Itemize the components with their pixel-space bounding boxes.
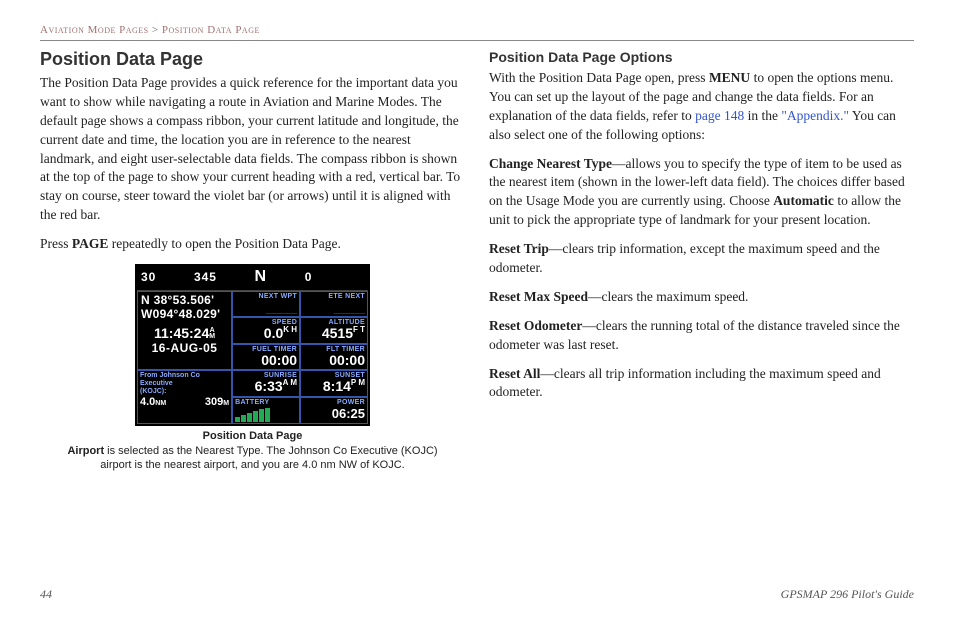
from-cell: From Johnson Co Executive (KOJC): 4.0NM …	[137, 370, 232, 423]
right-column: Position Data Page Options With the Posi…	[489, 49, 914, 476]
sunset-cell: SUNSET 8:14P M	[300, 370, 368, 396]
compass-ribbon: 30 345 N 0	[137, 266, 368, 291]
ete-next-cell: ETE NEXT ____	[300, 291, 368, 317]
breadcrumb: Aviation Mode Pages > Position Data Page	[40, 24, 914, 41]
longitude: W094°48.029'	[141, 308, 228, 322]
page-key-label: PAGE	[72, 236, 109, 251]
flt-timer-cell: FLT TIMER 00:00	[300, 344, 368, 370]
left-column: Position Data Page The Position Data Pag…	[40, 49, 465, 476]
option-reset-max-speed: Reset Max Speed—clears the maximum speed…	[489, 288, 914, 307]
device-screenshot: 30 345 N 0 N 38°53.506' W094°48.029' 11:…	[135, 264, 370, 426]
page-footer: 44 GPSMAP 296 Pilot's Guide	[40, 587, 914, 602]
page-number: 44	[40, 587, 52, 602]
fuel-timer-cell: FUEL TIMER 00:00	[232, 344, 300, 370]
page-title: Position Data Page	[40, 49, 465, 70]
figure-caption-title: Position Data Page	[40, 430, 465, 442]
breadcrumb-sep: >	[152, 24, 159, 36]
options-intro: With the Position Data Page open, press …	[489, 69, 914, 145]
option-reset-odometer: Reset Odometer—clears the running total …	[489, 317, 914, 355]
position-cell: N 38°53.506' W094°48.029' 11:45:24AM 16-…	[137, 291, 232, 370]
breadcrumb-section: Aviation Mode Pages	[40, 24, 149, 36]
altitude-cell: ALTITUDE 4515F T	[300, 317, 368, 343]
intro-paragraph: The Position Data Page provides a quick …	[40, 74, 465, 225]
link-appendix[interactable]: "Appendix."	[781, 108, 849, 123]
date: 16-AUG-05	[141, 341, 228, 355]
sunrise-cell: SUNRISE 6:33A M	[232, 370, 300, 396]
latitude: N 38°53.506'	[141, 294, 228, 308]
power-cell: POWER 06:25	[300, 397, 368, 424]
link-page-148[interactable]: page 148	[695, 108, 744, 123]
option-change-nearest-type: Change Nearest Type—allows you to specif…	[489, 155, 914, 231]
next-wpt-cell: NEXT WPT ____	[232, 291, 300, 317]
figure-caption-text: Airport is selected as the Nearest Type.…	[40, 444, 465, 473]
time: 11:45:24AM	[141, 325, 228, 341]
battery-bars	[235, 408, 297, 422]
device-figure: 30 345 N 0 N 38°53.506' W094°48.029' 11:…	[40, 264, 465, 472]
option-reset-trip: Reset Trip—clears trip information, exce…	[489, 240, 914, 278]
option-reset-all: Reset All—clears all trip information in…	[489, 365, 914, 403]
menu-key-label: MENU	[709, 70, 750, 85]
press-page-paragraph: Press PAGE repeatedly to open the Positi…	[40, 235, 465, 254]
breadcrumb-page: Position Data Page	[162, 24, 260, 36]
battery-cell: BATTERY	[232, 397, 300, 424]
footer-title: GPSMAP 296 Pilot's Guide	[781, 587, 914, 602]
options-heading: Position Data Page Options	[489, 49, 914, 65]
speed-cell: SPEED 0.0K H	[232, 317, 300, 343]
